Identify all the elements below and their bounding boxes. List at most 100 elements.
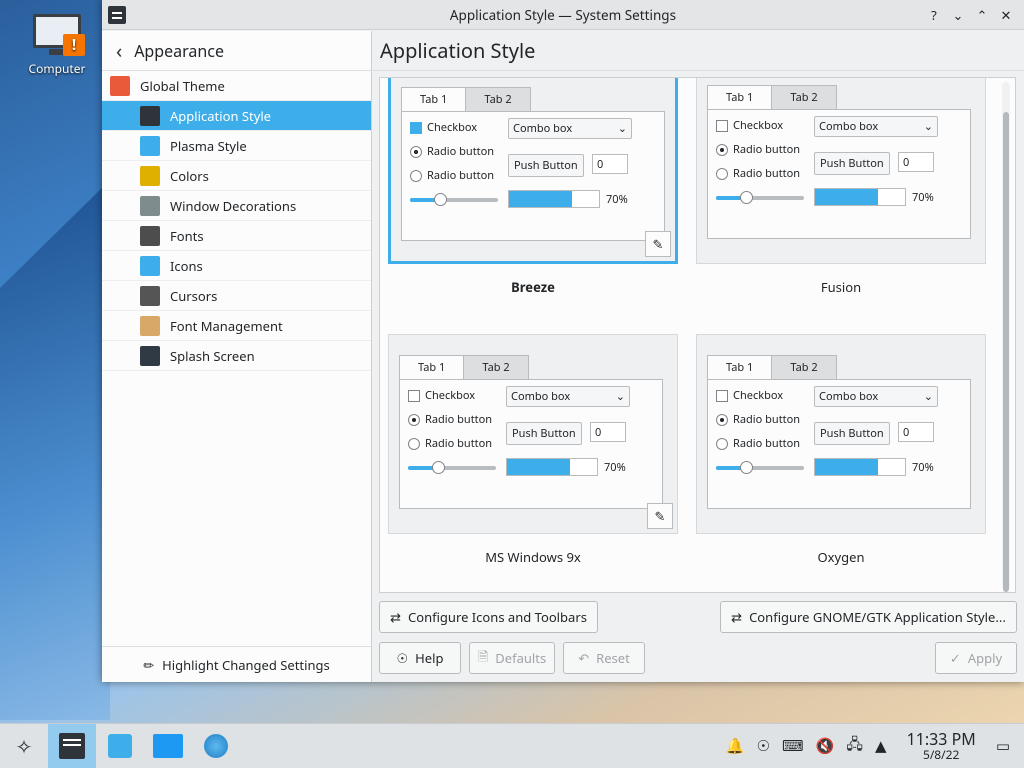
sidebar-item-label: Application Style <box>170 106 272 125</box>
style-card-oxygen[interactable]: Tab 1 Tab 2 Checkbox Radio button Radio … <box>696 334 986 566</box>
sidebar-item-label: Cursors <box>170 286 218 305</box>
main-panel: Application Style Tab 1 Tab 2 Checkbox R… <box>373 31 1024 682</box>
preview-checkbox-label: Checkbox <box>427 120 478 135</box>
style-name: MS Windows 9x <box>485 548 581 566</box>
preview-radio-label: Radio button <box>733 166 801 181</box>
sidebar-item-plasma-style[interactable]: Plasma Style <box>102 131 371 161</box>
preview-push-button: Push Button <box>506 422 582 445</box>
sidebar-item-label: Plasma Style <box>170 136 247 155</box>
preview-tab-2: Tab 2 <box>465 87 531 111</box>
checkmark-icon: ✓ <box>949 649 961 667</box>
sidebar-item-label: Icons <box>170 256 203 275</box>
font-management-icon <box>140 315 160 336</box>
configure-icons-toolbars-button[interactable]: ⇄ Configure Icons and Toolbars <box>379 601 598 633</box>
taskbar-dolphin[interactable] <box>144 724 192 768</box>
sidebar-item-font-management[interactable]: Font Management <box>102 311 371 341</box>
clock-date: 5/8/22 <box>922 746 960 764</box>
application-launcher-icon[interactable]: ✧ <box>0 724 48 768</box>
back-arrow-icon: ‹ <box>116 37 123 64</box>
configure-gtk-button[interactable]: ⇄ Configure GNOME/GTK Application Style.… <box>720 601 1017 633</box>
preview-combo-box: Combo box ⌄ <box>814 116 938 137</box>
defaults-icon: 🗎 <box>477 646 489 665</box>
network-icon[interactable]: 🖧 <box>846 734 863 759</box>
tray-expand-icon[interactable]: ▲ <box>875 736 887 756</box>
sidebar-item-window-decorations[interactable]: Window Decorations <box>102 191 371 221</box>
help-icon[interactable]: ? <box>926 6 942 24</box>
style-card-fusion[interactable]: Tab 1 Tab 2 Checkbox Radio button Radio … <box>696 78 986 296</box>
preview-combo-box: Combo box ⌄ <box>508 118 632 139</box>
updates-icon[interactable]: ☉ <box>756 736 769 756</box>
preview-tab-1: Tab 1 <box>399 355 465 379</box>
system-tray: 🔔 ☉ ⌨ 🔇 🖧 ▲ 11:33 PM 5/8/22 ▭ <box>726 730 1024 764</box>
style-card-ms-windows-9x[interactable]: Tab 1 Tab 2 Checkbox Radio button Radio … <box>388 334 678 566</box>
sidebar-item-cursors[interactable]: Cursors <box>102 281 371 311</box>
highlight-changed-label: Highlight Changed Settings <box>162 655 330 674</box>
preview-spinbox: 0 <box>898 422 934 442</box>
style-card-breeze[interactable]: Tab 1 Tab 2 Checkbox Radio button Radio … <box>388 78 678 296</box>
computer-icon: ! <box>31 12 85 56</box>
digital-clock[interactable]: 11:33 PM 5/8/22 <box>907 730 976 764</box>
preview-radio-label: Radio button <box>733 412 801 427</box>
preview-tab-1: Tab 1 <box>707 85 773 109</box>
sidebar-item-label: Fonts <box>170 226 204 245</box>
window-decorations-icon <box>140 195 160 216</box>
keyboard-icon[interactable]: ⌨ <box>782 736 804 756</box>
desktop-computer-icon[interactable]: ! Computer <box>22 12 92 77</box>
sidebar-item-splash-screen[interactable]: Splash Screen <box>102 341 371 371</box>
taskbar: ✧ 🔔 ☉ ⌨ 🔇 🖧 ▲ 11:33 PM 5/8/22 ▭ <box>0 723 1024 768</box>
chevron-down-icon: ⌄ <box>615 389 625 404</box>
system-settings-icon[interactable] <box>108 5 126 24</box>
sidebar-item-label: Splash Screen <box>170 346 255 365</box>
preview-combo-label: Combo box <box>819 119 879 134</box>
defaults-button[interactable]: 🗎 Defaults <box>469 642 555 674</box>
sidebar-item-application-style[interactable]: Application Style <box>102 101 371 131</box>
preview-radio-on <box>716 413 728 426</box>
highlight-changed-settings-button[interactable]: ✏ Highlight Changed Settings <box>102 646 371 682</box>
sidebar-item-colors[interactable]: Colors <box>102 161 371 191</box>
taskbar-discover[interactable] <box>96 724 144 768</box>
window-title: Application Style — System Settings <box>449 5 677 24</box>
preview-tab-1: Tab 1 <box>401 87 467 111</box>
apply-button[interactable]: ✓ Apply <box>935 642 1017 674</box>
sidebar-item-icons[interactable]: Icons <box>102 251 371 281</box>
edit-style-icon[interactable]: ✎ <box>645 231 671 257</box>
notifications-icon[interactable]: 🔔 <box>726 736 745 756</box>
styles-grid: Tab 1 Tab 2 Checkbox Radio button Radio … <box>379 77 1016 593</box>
preview-slider <box>410 193 498 206</box>
preview-radio-label: Radio button <box>733 142 801 157</box>
system-settings-taskbar-icon <box>59 733 85 759</box>
edit-style-icon[interactable]: ✎ <box>647 503 673 529</box>
taskbar-system-settings[interactable] <box>48 723 96 768</box>
configure-gtk-label: Configure GNOME/GTK Application Style... <box>749 608 1006 626</box>
sidebar-back-button[interactable]: ‹ Appearance <box>102 31 371 71</box>
undo-icon: ↶ <box>578 649 590 667</box>
help-label: Help <box>415 649 444 667</box>
preview-progress-bar <box>506 458 598 476</box>
minimize-icon[interactable]: ⌄ <box>950 6 966 24</box>
title-bar[interactable]: Application Style — System Settings ? ⌄ … <box>102 0 1024 30</box>
reset-button[interactable]: ↶ Reset <box>563 642 645 674</box>
maximize-icon[interactable]: ⌃ <box>974 6 990 24</box>
preview-radio-on <box>716 143 728 156</box>
help-lifebuoy-icon: ☉ <box>396 649 409 667</box>
show-desktop-icon[interactable]: ▭ <box>996 736 1010 756</box>
sidebar-item-global-theme[interactable]: Global Theme <box>102 71 371 101</box>
help-button[interactable]: ☉ Help <box>379 642 461 674</box>
styles-scrollbar[interactable] <box>1002 82 1010 592</box>
preview-progress-label: 70% <box>912 460 934 475</box>
colors-icon <box>140 165 160 186</box>
sidebar-item-label: Window Decorations <box>170 196 297 215</box>
taskbar-browser[interactable] <box>192 724 240 768</box>
preview-combo-box: Combo box ⌄ <box>506 386 630 407</box>
close-icon[interactable]: ✕ <box>998 6 1014 24</box>
configure-icon: ⇄ <box>390 608 401 626</box>
preview-combo-label: Combo box <box>819 389 879 404</box>
preview-slider <box>716 461 804 474</box>
volume-muted-icon[interactable]: 🔇 <box>816 736 835 756</box>
page-title: Application Style <box>373 31 1024 71</box>
preview-push-button: Push Button <box>508 154 584 177</box>
sidebar: ‹ Appearance Global Theme Application Sty… <box>102 31 372 682</box>
style-name: Breeze <box>511 278 555 296</box>
preview-radio-on <box>408 413 420 426</box>
sidebar-item-fonts[interactable]: Fonts <box>102 221 371 251</box>
